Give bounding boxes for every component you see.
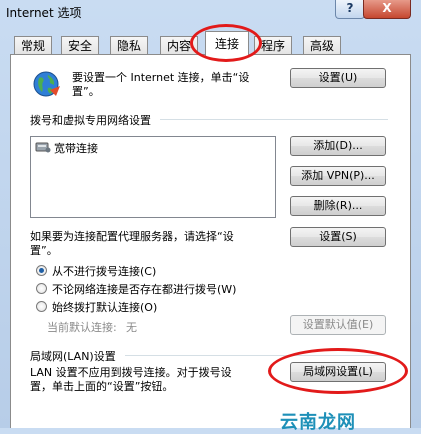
tab-connections[interactable]: 连接 xyxy=(205,31,249,56)
connection-list[interactable]: 宽带连接 xyxy=(30,136,276,218)
close-button[interactable]: X xyxy=(363,0,411,19)
setup-button[interactable]: 设置(U) xyxy=(290,68,386,88)
lan-heading: 局域网(LAN)设置 xyxy=(30,350,116,363)
proxy-description-line1: 如果要为连接配置代理服务器，请选择“设 xyxy=(30,230,234,243)
current-default-label: 当前默认连接: xyxy=(47,321,117,334)
lan-settings-button[interactable]: 局域网设置(L) xyxy=(290,362,386,382)
set-default-button[interactable]: 设置默认值(E) xyxy=(290,315,386,335)
list-item-label: 宽带连接 xyxy=(54,142,98,155)
watermark: 云南龙网 xyxy=(280,412,356,433)
dialup-divider xyxy=(160,119,388,120)
tab-programs[interactable]: 程序 xyxy=(254,36,292,55)
proxy-settings-button[interactable]: 设置(S) xyxy=(290,227,386,247)
tab-general[interactable]: 常规 xyxy=(14,36,52,55)
globe-icon xyxy=(33,71,60,97)
tab-advanced[interactable]: 高级 xyxy=(303,36,341,55)
radio-dial-whenever-label[interactable]: 不论网络连接是否存在都进行拨号(W) xyxy=(52,281,236,297)
tab-security[interactable]: 安全 xyxy=(61,36,99,55)
radio-always-dial-label[interactable]: 始终拨打默认连接(O) xyxy=(52,299,157,315)
help-button[interactable]: ? xyxy=(335,0,365,19)
title-bar: Internet 选项 ? X xyxy=(0,0,421,24)
broadband-connection-icon xyxy=(35,142,51,153)
radio-never-dial-label[interactable]: 从不进行拨号连接(C) xyxy=(52,263,156,279)
radio-dial-whenever[interactable] xyxy=(36,283,47,294)
delete-button[interactable]: 删除(R)... xyxy=(290,196,386,216)
tab-content[interactable]: 内容 xyxy=(160,36,198,55)
tab-privacy[interactable]: 隐私 xyxy=(110,36,148,55)
lan-description-line2: 置，单击上面的“设置”按钮。 xyxy=(30,380,174,393)
radio-always-dial[interactable] xyxy=(36,301,47,312)
dialup-heading: 拨号和虚拟专用网络设置 xyxy=(30,114,151,127)
setup-description-line2: 置”。 xyxy=(72,85,100,98)
radio-never-dial[interactable] xyxy=(36,265,47,276)
add-vpn-button[interactable]: 添加 VPN(P)... xyxy=(290,166,386,186)
lan-divider xyxy=(125,355,388,356)
current-default-value: 无 xyxy=(126,321,137,334)
add-button[interactable]: 添加(D)... xyxy=(290,136,386,156)
proxy-description-line2: 置”。 xyxy=(30,244,58,257)
window-title: Internet 选项 xyxy=(6,6,82,20)
